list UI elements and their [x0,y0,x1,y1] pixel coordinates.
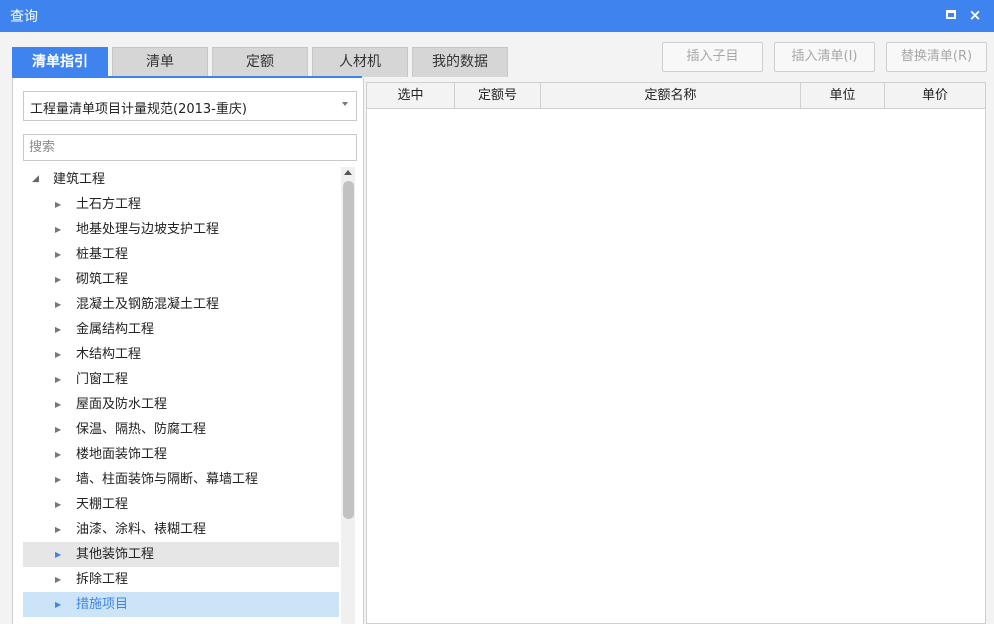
tree-node-label: 天棚工程 [76,497,129,512]
tree-node[interactable]: ▶ 桩基工程 [23,242,339,267]
tree-node-label: 木结构工程 [76,347,142,362]
maximize-button[interactable] [940,4,962,26]
tree-node-hovered[interactable]: ▶ 其他装饰工程 [23,542,339,567]
column-header-unit-price[interactable]: 单价 [885,83,985,109]
window-title: 查询 [10,9,38,25]
expand-triangle-icon[interactable]: ▶ [55,367,61,392]
tree-node-label: 屋面及防水工程 [76,397,168,412]
tab-quota[interactable]: 定额 [212,47,308,77]
search-field[interactable] [23,134,357,161]
expand-triangle-icon[interactable]: ▶ [55,192,61,217]
tree-node[interactable]: ▶ 门窗工程 [23,367,339,392]
tree-node[interactable]: ▶ 地基处理与边坡支护工程 [23,217,339,242]
column-header-quota-name[interactable]: 定额名称 [541,83,801,109]
tree-node-label: 其他装饰工程 [76,547,155,562]
tree-node-label: 门窗工程 [76,372,129,387]
tree-node-label: 桩基工程 [76,247,129,262]
insert-child-button[interactable]: 插入子目 [662,42,763,72]
insert-list-button[interactable]: 插入清单(I) [774,42,875,72]
tree-node[interactable]: ▶ 木结构工程 [23,342,339,367]
tree-node-label: 保温、隔热、防腐工程 [76,422,207,437]
expand-triangle-icon[interactable]: ▶ [55,392,61,417]
tab-list-guide[interactable]: 清单指引 [12,47,108,77]
close-button[interactable]: × [964,4,986,26]
tree-node-label: 建筑工程 [53,172,106,187]
category-tree: ◢ 建筑工程 ▶ 土石方工程 ▶ 地基处理与边坡支护工程 ▶ 桩基工程 ▶ 砌筑工程 ▶… [23,167,339,624]
expand-triangle-icon[interactable]: ▶ [55,592,61,617]
tree-node-label: 楼地面装饰工程 [76,447,168,462]
collapse-triangle-icon[interactable]: ◢ [32,167,39,192]
tree-node[interactable]: ▶ 金属结构工程 [23,317,339,342]
expand-triangle-icon[interactable]: ▶ [55,442,61,467]
tree-node[interactable]: ▶ 楼地面装饰工程 [23,442,339,467]
expand-triangle-icon[interactable]: ▶ [55,317,61,342]
tree-node-label: 油漆、涂料、裱糊工程 [76,522,207,537]
expand-triangle-icon[interactable]: ▶ [55,542,61,567]
expand-triangle-icon[interactable]: ▶ [55,242,61,267]
replace-list-button[interactable]: 替换清单(R) [886,42,987,72]
tree-node-label: 土石方工程 [76,197,142,212]
title-bar: 查询 × [0,0,994,32]
tree-scrollbar[interactable] [341,167,355,624]
tree-node-label: 墙、柱面装饰与隔断、幕墙工程 [76,472,259,487]
spec-select[interactable]: 工程量清单项目计量规范(2013-重庆) [23,91,357,121]
search-input[interactable] [24,135,356,160]
expand-triangle-icon[interactable]: ▶ [55,267,61,292]
scroll-up-icon[interactable] [344,170,352,175]
tree-node-label: 拆除工程 [76,572,129,587]
tree-node-label: 混凝土及钢筋混凝土工程 [76,297,220,312]
scrollbar-thumb[interactable] [343,181,354,519]
tab-labor-material-machine[interactable]: 人材机 [312,47,408,77]
tree-node[interactable]: ▶ 砌筑工程 [23,267,339,292]
tree-node[interactable]: ▶ 天棚工程 [23,492,339,517]
maximize-icon [946,10,956,19]
tree-node-label: 措施项目 [76,597,129,612]
column-header-quota-code[interactable]: 定额号 [455,83,541,109]
expand-triangle-icon[interactable]: ▶ [55,492,61,517]
tree-node-label: 地基处理与边坡支护工程 [76,222,220,237]
tree-node-root[interactable]: ◢ 建筑工程 [23,167,339,192]
expand-triangle-icon[interactable]: ▶ [55,292,61,317]
grid-header: 选中 定额号 定额名称 单位 单价 [367,83,985,109]
expand-triangle-icon[interactable]: ▶ [55,342,61,367]
expand-triangle-icon[interactable]: ▶ [55,517,61,542]
tree-node-label: 砌筑工程 [76,272,129,287]
tree-node-label: 金属结构工程 [76,322,155,337]
tree-node[interactable]: ▶ 土石方工程 [23,192,339,217]
spec-select-value: 工程量清单项目计量规范(2013-重庆) [30,102,247,117]
expand-triangle-icon[interactable]: ▶ [55,567,61,592]
chevron-down-icon [342,102,348,106]
column-header-select[interactable]: 选中 [367,83,455,109]
tree-node[interactable]: ▶ 屋面及防水工程 [23,392,339,417]
expand-triangle-icon[interactable]: ▶ [55,467,61,492]
tree-node[interactable]: ▶ 混凝土及钢筋混凝土工程 [23,292,339,317]
tree-node[interactable]: ▶ 墙、柱面装饰与隔断、幕墙工程 [23,467,339,492]
expand-triangle-icon[interactable]: ▶ [55,217,61,242]
column-header-unit[interactable]: 单位 [801,83,885,109]
tab-list[interactable]: 清单 [112,47,208,77]
expand-triangle-icon[interactable]: ▶ [55,417,61,442]
tab-my-data[interactable]: 我的数据 [412,47,508,77]
tree-node[interactable]: ▶ 拆除工程 [23,567,339,592]
tree-node[interactable]: ▶ 油漆、涂料、裱糊工程 [23,517,339,542]
tree-node[interactable]: ▶ 保温、隔热、防腐工程 [23,417,339,442]
tree-node-selected[interactable]: ▶ 措施项目 [23,592,339,617]
quota-grid: 选中 定额号 定额名称 单位 单价 [366,82,986,624]
